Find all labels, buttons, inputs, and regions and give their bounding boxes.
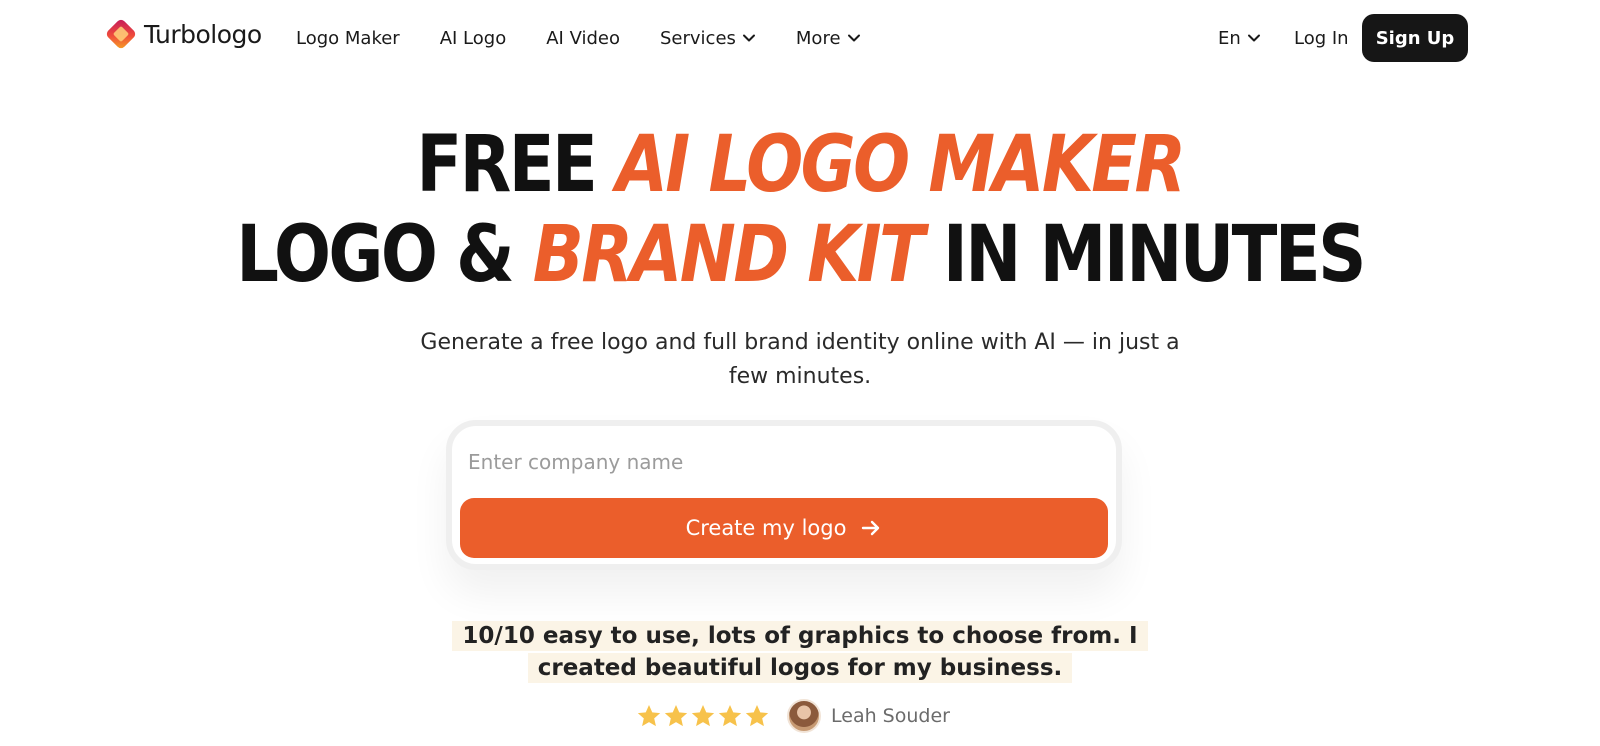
arrow-right-icon — [862, 520, 880, 536]
main-nav: Logo Maker AI Logo AI Video Services Mor… — [296, 22, 901, 54]
nav-item-label: AI Logo — [439, 27, 507, 49]
language-label: En — [1218, 27, 1241, 49]
hero-title: FREE AI LOGO MAKER LOGO & BRAND KIT IN M… — [0, 120, 1600, 300]
company-name-input[interactable] — [468, 440, 1088, 484]
nav-item-label: Services — [660, 27, 736, 49]
hero-line-1: FREE AI LOGO MAKER — [112, 120, 1488, 210]
nav-item-label: Logo Maker — [296, 27, 400, 49]
star-icon — [664, 704, 688, 727]
nav-item-ai-video[interactable]: AI Video — [546, 28, 620, 49]
hero-line2-plain-end: IN MINUTES — [922, 210, 1366, 300]
star-icon — [691, 704, 715, 727]
testimonial-text: 10/10 easy to use, lots of graphics to c… — [452, 621, 1148, 683]
site-header: Turbologo Logo Maker AI Logo AI Video Se… — [0, 0, 1600, 76]
reviewer-name: Leah Souder — [831, 705, 950, 727]
hero-line1-accent: AI LOGO MAKER — [615, 120, 1186, 210]
nav-item-label: AI Video — [546, 27, 620, 49]
language-selector[interactable]: En — [1218, 22, 1261, 54]
star-icon — [745, 704, 769, 727]
star-icon — [718, 704, 742, 727]
chevron-down-icon — [1247, 34, 1260, 42]
nav-item-ai-logo[interactable]: AI Logo — [440, 28, 507, 49]
testimonial-quote: 10/10 easy to use, lots of graphics to c… — [0, 620, 1600, 684]
brand-logo-link[interactable]: Turbologo — [102, 14, 262, 54]
star-icon — [637, 704, 661, 727]
create-logo-button[interactable]: Create my logo — [460, 498, 1108, 558]
logo-form-card: Create my logo — [446, 420, 1122, 570]
hero-line1-plain: FREE — [416, 120, 616, 210]
chevron-down-icon — [742, 34, 755, 42]
chevron-down-icon — [847, 34, 860, 42]
hero-line-2: LOGO & BRAND KIT IN MINUTES — [112, 210, 1488, 300]
brand-name: Turbologo — [144, 19, 262, 49]
create-logo-label: Create my logo — [685, 516, 847, 540]
nav-item-logo-maker[interactable]: Logo Maker — [296, 28, 400, 49]
signup-button[interactable]: Sign Up — [1362, 14, 1468, 62]
nav-item-services[interactable]: Services — [660, 28, 756, 49]
testimonial-reviewer: Leah Souder — [636, 698, 950, 734]
nav-item-more[interactable]: More — [796, 28, 861, 49]
hero-subtitle-text: Generate a free logo and full brand iden… — [420, 330, 1180, 389]
hero-subtitle: Generate a free logo and full brand iden… — [0, 326, 1600, 394]
nav-item-label: More — [795, 27, 841, 49]
hero-line2-accent: BRAND KIT — [532, 210, 925, 300]
rating-stars — [636, 703, 771, 729]
turbologo-logo-icon — [106, 19, 136, 49]
hero-line2-plain-start: LOGO & — [236, 210, 533, 300]
login-link[interactable]: Log In — [1294, 22, 1349, 54]
reviewer-avatar — [787, 699, 821, 733]
